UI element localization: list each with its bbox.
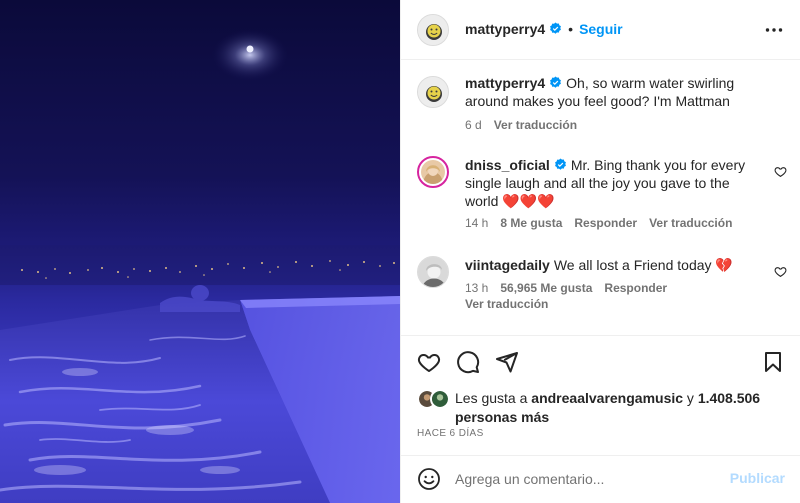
comment-username[interactable]: dniss_oficial bbox=[465, 157, 550, 173]
comments-list[interactable]: mattyperry4 Oh, so warm water swirling ar… bbox=[401, 60, 800, 335]
author-avatar[interactable] bbox=[417, 14, 449, 46]
comment-meta: 13 h 56,965 Me gusta Responder bbox=[465, 281, 679, 295]
avatar[interactable] bbox=[417, 76, 449, 108]
comment-likes[interactable]: 56,965 Me gusta bbox=[500, 281, 592, 295]
verified-badge-icon bbox=[550, 22, 562, 34]
translate-button[interactable]: Ver traducción bbox=[465, 297, 548, 311]
send-icon[interactable] bbox=[495, 350, 519, 374]
likes-suffix[interactable]: personas más bbox=[455, 409, 549, 425]
heart-icon[interactable] bbox=[417, 350, 441, 374]
publish-button[interactable]: Publicar bbox=[730, 470, 785, 486]
post-image[interactable] bbox=[0, 0, 400, 503]
avatar bbox=[430, 389, 450, 409]
translate-button[interactable]: Ver traducción bbox=[494, 118, 577, 132]
emoji-icon[interactable] bbox=[417, 467, 441, 491]
comment-text: We all lost a Friend today 💔 bbox=[553, 257, 733, 273]
moon-glow bbox=[212, 29, 288, 81]
post-actions: Les gusta a andreaalvarengamusic y 1.408… bbox=[401, 335, 800, 455]
instagram-post-modal: mattyperry4 • Seguir mattyperry4 Oh, so … bbox=[0, 0, 800, 503]
moon bbox=[246, 45, 254, 53]
verified-badge-icon bbox=[550, 76, 562, 88]
comment-icon[interactable] bbox=[456, 350, 480, 374]
likes-count[interactable]: 1.408.506 bbox=[698, 390, 760, 406]
comment-time: 6 d bbox=[465, 118, 482, 132]
translate-button[interactable]: Ver traducción bbox=[649, 216, 732, 230]
comment-time: 14 h bbox=[465, 216, 489, 230]
author-line: mattyperry4 • Seguir bbox=[465, 21, 623, 37]
avatar[interactable] bbox=[417, 256, 449, 288]
more-horizontal-icon[interactable] bbox=[765, 20, 783, 40]
comment-meta: 14 h 8 Me gusta Responder Ver traducción bbox=[465, 216, 744, 230]
follow-button[interactable]: Seguir bbox=[579, 21, 623, 37]
comment-meta: 6 d Ver traducción bbox=[465, 118, 589, 132]
comment-username[interactable]: viintagedaily bbox=[465, 257, 550, 273]
night-pool-scene bbox=[0, 29, 400, 503]
comment-body: viintagedaily We all lost a Friend today … bbox=[465, 256, 765, 274]
comment-time: 13 h bbox=[465, 281, 489, 295]
likes-prefix: Les gusta a bbox=[455, 390, 528, 406]
reply-button[interactable]: Responder bbox=[604, 281, 667, 295]
reply-button[interactable]: Responder bbox=[574, 216, 637, 230]
heart-icon[interactable] bbox=[774, 165, 787, 178]
comment-body: mattyperry4 Oh, so warm water swirling ar… bbox=[465, 74, 765, 110]
comment-composer: Publicar bbox=[401, 455, 800, 503]
comment-meta: Ver traducción bbox=[465, 297, 560, 311]
person-silhouette bbox=[160, 285, 240, 312]
author-username[interactable]: mattyperry4 bbox=[465, 21, 545, 37]
likes-summary: Les gusta a andreaalvarengamusic y 1.408… bbox=[417, 389, 787, 427]
comment-likes[interactable]: 8 Me gusta bbox=[500, 216, 562, 230]
post-header: mattyperry4 • Seguir bbox=[401, 0, 800, 60]
separator-dot: • bbox=[568, 21, 574, 37]
likes-text: Les gusta a andreaalvarengamusic y 1.408… bbox=[417, 389, 787, 427]
liker-username[interactable]: andreaalvarengamusic bbox=[531, 390, 683, 406]
avatar[interactable] bbox=[417, 156, 449, 188]
comment-body: dniss_oficial Mr. Bing thank you for ever… bbox=[465, 156, 765, 210]
verified-badge-icon bbox=[554, 158, 566, 170]
post-timestamp[interactable]: HACE 6 DÍAS bbox=[417, 428, 484, 439]
post-details-panel: mattyperry4 • Seguir mattyperry4 Oh, so … bbox=[400, 0, 800, 503]
comment-input[interactable] bbox=[455, 468, 715, 490]
heart-icon[interactable] bbox=[774, 265, 787, 278]
likes-connector: y bbox=[686, 390, 694, 406]
bookmark-icon[interactable] bbox=[761, 350, 785, 374]
comment-username[interactable]: mattyperry4 bbox=[465, 75, 545, 91]
